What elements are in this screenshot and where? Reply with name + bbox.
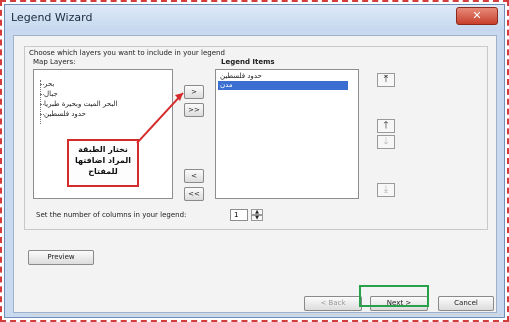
separator xyxy=(30,314,502,315)
dialog-body: Choose which layers you want to include … xyxy=(13,35,502,315)
close-button[interactable]: ✕ xyxy=(456,7,498,25)
columns-label: Set the number of columns in your legend… xyxy=(36,211,187,219)
cancel-button[interactable]: Cancel xyxy=(438,296,494,311)
preview-button[interactable]: Preview xyxy=(28,250,94,265)
columns-input[interactable]: 1 xyxy=(230,209,248,221)
next-button-highlight xyxy=(359,285,429,307)
legend-wizard-window: Legend Wizard ✕ Choose which layers you … xyxy=(4,4,505,318)
window-title: Legend Wizard xyxy=(11,11,93,24)
title-bar: Legend Wizard ✕ xyxy=(5,5,504,31)
back-button[interactable]: < Back xyxy=(304,296,362,311)
layers-group: Choose which layers you want to include … xyxy=(24,46,488,230)
annotation-arrow xyxy=(136,92,184,144)
spin-down-icon[interactable]: ▼ xyxy=(251,215,263,221)
